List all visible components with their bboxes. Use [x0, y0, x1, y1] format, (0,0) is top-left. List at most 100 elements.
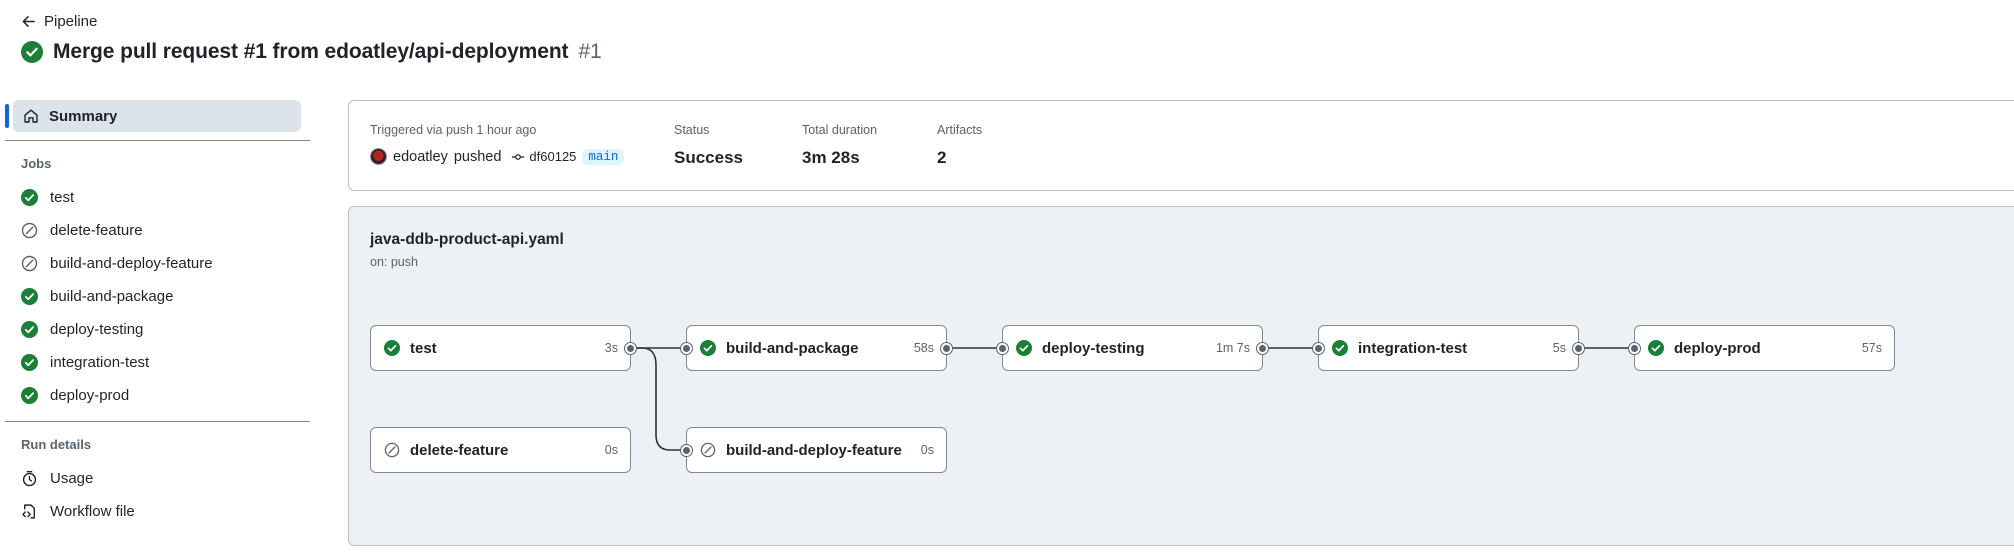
job-port	[681, 445, 692, 456]
branch-badge[interactable]: main	[582, 148, 625, 165]
job-name: build-and-deploy-feature	[726, 441, 902, 459]
trigger-label: Triggered via push 1 hour ago	[370, 123, 537, 137]
jobs-heading: Jobs	[21, 156, 52, 171]
status-info: Status Success	[674, 123, 743, 168]
actor-action: pushed	[453, 148, 502, 165]
git-commit-icon	[512, 153, 525, 160]
run-summary-panel: Triggered via push 1 hour ago edoatley p…	[348, 100, 2014, 191]
job-port	[1257, 343, 1268, 354]
artifacts-info: Artifacts 2	[937, 123, 982, 168]
stopwatch-icon	[22, 471, 37, 487]
job-node-build-and-deploy-feature[interactable]: build-and-deploy-feature 0s	[681, 427, 947, 473]
job-name: delete-feature	[410, 441, 509, 459]
check-circle-fill-icon	[700, 340, 716, 356]
sidebar-job-deploy-testing[interactable]: deploy-testing	[5, 313, 310, 346]
job-port	[1573, 343, 1584, 354]
sidebar-job-label: deploy-testing	[50, 321, 144, 338]
home-icon	[24, 109, 38, 123]
status-label: Status	[674, 123, 710, 137]
sidebar-job-label: build-and-package	[50, 288, 174, 305]
job-node-deploy-prod[interactable]: deploy-prod 57s	[1629, 325, 1895, 371]
sidebar-job-deploy-prod[interactable]: deploy-prod	[5, 379, 310, 412]
job-node-integration-test[interactable]: integration-test 5s	[1313, 325, 1584, 371]
job-node-test[interactable]: test 3s	[370, 325, 636, 371]
job-duration: 0s	[920, 443, 934, 457]
job-node-build-and-package[interactable]: build-and-package 58s	[681, 325, 952, 371]
skip-icon	[700, 442, 716, 458]
job-name: deploy-testing	[1042, 339, 1145, 357]
job-node-delete-feature[interactable]: delete-feature 0s	[370, 427, 631, 473]
artifacts-label: Artifacts	[937, 123, 983, 137]
check-circle-fill-icon	[21, 354, 38, 371]
sidebar-job-label: integration-test	[50, 354, 150, 371]
job-duration: 57s	[1861, 341, 1882, 355]
file-code-icon	[22, 504, 35, 519]
check-circle-fill-icon	[384, 340, 400, 356]
check-circle-fill-icon	[21, 387, 38, 404]
check-circle-fill-icon	[21, 41, 43, 63]
job-node-deploy-testing[interactable]: deploy-testing 1m 7s	[997, 325, 1268, 371]
commit-link[interactable]: df60125	[511, 149, 576, 164]
run-number: #1	[578, 40, 602, 63]
job-duration: 5s	[1552, 341, 1566, 355]
job-name: test	[410, 339, 437, 357]
run-title: Merge pull request #1 from edoatley/api-…	[53, 40, 569, 63]
sidebar-job-build-and-package[interactable]: build-and-package	[5, 280, 310, 313]
check-circle-fill-icon	[1648, 340, 1664, 356]
job-connectors	[632, 347, 1636, 451]
check-circle-fill-icon	[21, 189, 38, 206]
sidebar-item-usage[interactable]: Usage	[5, 462, 310, 495]
sidebar-item-label: Summary	[49, 107, 118, 125]
job-port	[997, 343, 1008, 354]
skip-icon	[384, 442, 400, 458]
sidebar-job-delete-feature[interactable]: delete-feature	[5, 214, 310, 247]
sidebar-job-label: delete-feature	[50, 222, 143, 239]
status-value: Success	[674, 148, 743, 167]
duration-info: Total duration 3m 28s	[802, 123, 877, 168]
page-title: Merge pull request #1 from edoatley/api-…	[21, 40, 602, 64]
check-circle-fill-icon	[1016, 340, 1032, 356]
sidebar-item-label: Usage	[50, 470, 94, 487]
job-duration: 58s	[913, 341, 934, 355]
skip-icon	[21, 222, 38, 239]
job-port	[1629, 343, 1640, 354]
skip-icon	[21, 255, 38, 272]
duration-value: 3m 28s	[802, 148, 860, 167]
trigger-info: Triggered via push 1 hour ago edoatley p…	[370, 123, 625, 165]
sidebar-item-label: Workflow file	[50, 503, 135, 520]
job-port	[1313, 343, 1324, 354]
sidebar-job-label: build-and-deploy-feature	[50, 255, 213, 272]
connector-test-build-and-deploy-feature	[632, 347, 688, 451]
job-duration: 3s	[604, 341, 618, 355]
check-circle-fill-icon	[21, 321, 38, 338]
sidebar-divider	[5, 421, 310, 422]
workflow-graph: java-ddb-product-api.yaml on: push test …	[348, 206, 2014, 546]
sidebar-job-test[interactable]: test	[5, 181, 310, 214]
avatar[interactable]	[370, 148, 387, 165]
sidebar-job-build-and-deploy-feature[interactable]: build-and-deploy-feature	[5, 247, 310, 280]
back-to-pipeline-link[interactable]: Pipeline	[21, 13, 97, 30]
job-name: deploy-prod	[1674, 339, 1761, 357]
job-port	[625, 343, 636, 354]
run-details-heading: Run details	[21, 437, 92, 452]
job-name: integration-test	[1358, 339, 1468, 357]
duration-label: Total duration	[802, 123, 878, 137]
actor-link[interactable]: edoatley	[393, 149, 448, 165]
sidebar-item-workflow-file[interactable]: Workflow file	[5, 495, 310, 528]
sidebar-job-label: test	[50, 189, 75, 206]
arrow-left-icon	[22, 16, 35, 27]
job-port	[941, 343, 952, 354]
back-link-label: Pipeline	[44, 13, 98, 30]
sidebar-divider	[5, 140, 310, 141]
commit-sha: df60125	[529, 149, 577, 164]
job-duration: 0s	[604, 443, 618, 457]
job-port	[681, 343, 692, 354]
job-name: build-and-package	[726, 339, 859, 357]
sidebar-item-summary[interactable]: Summary	[5, 100, 301, 132]
job-duration: 1m 7s	[1215, 341, 1250, 355]
check-circle-fill-icon	[21, 288, 38, 305]
sidebar-job-integration-test[interactable]: integration-test	[5, 346, 310, 379]
sidebar-job-label: deploy-prod	[50, 387, 130, 404]
check-circle-fill-icon	[1332, 340, 1348, 356]
artifacts-value[interactable]: 2	[937, 148, 982, 168]
